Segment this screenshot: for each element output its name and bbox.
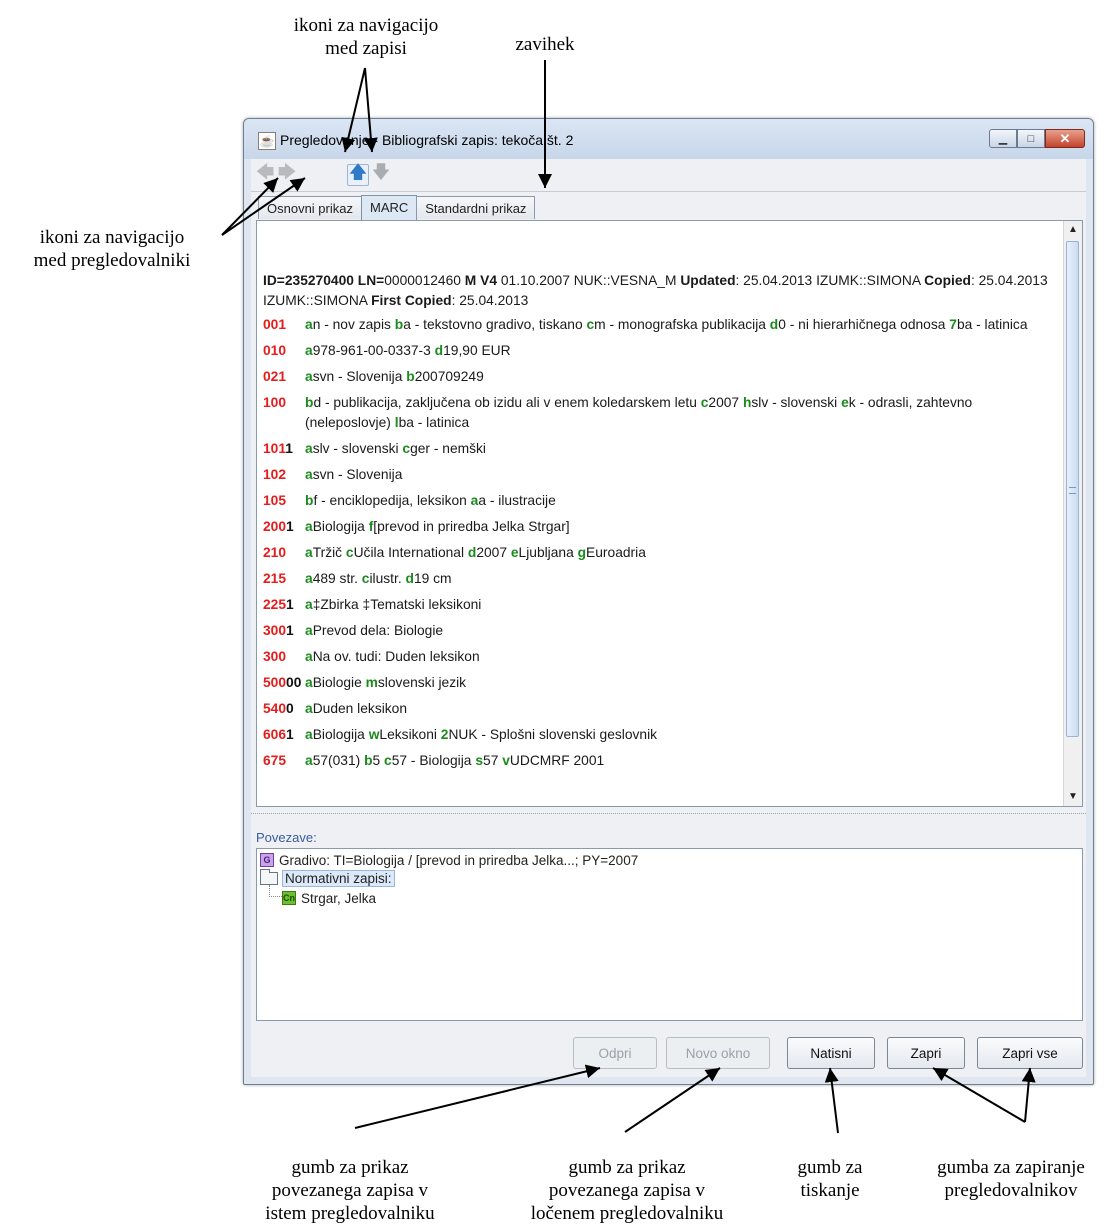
arrow-close-all-pointer	[1021, 1067, 1036, 1123]
arrow-forward-pointer	[221, 177, 306, 236]
arrow-close-pointer	[932, 1067, 1026, 1123]
arrow-new-window-pointer	[624, 1067, 721, 1133]
arrow-back-pointer	[221, 177, 279, 236]
arrow-print-pointer	[824, 1067, 839, 1134]
arrow-down-icon-pointer	[363, 67, 378, 153]
arrow-up-icon-pointer	[341, 67, 366, 153]
arrow-open-pointer	[354, 1064, 601, 1129]
annotation-arrows	[221, 60, 1036, 1134]
